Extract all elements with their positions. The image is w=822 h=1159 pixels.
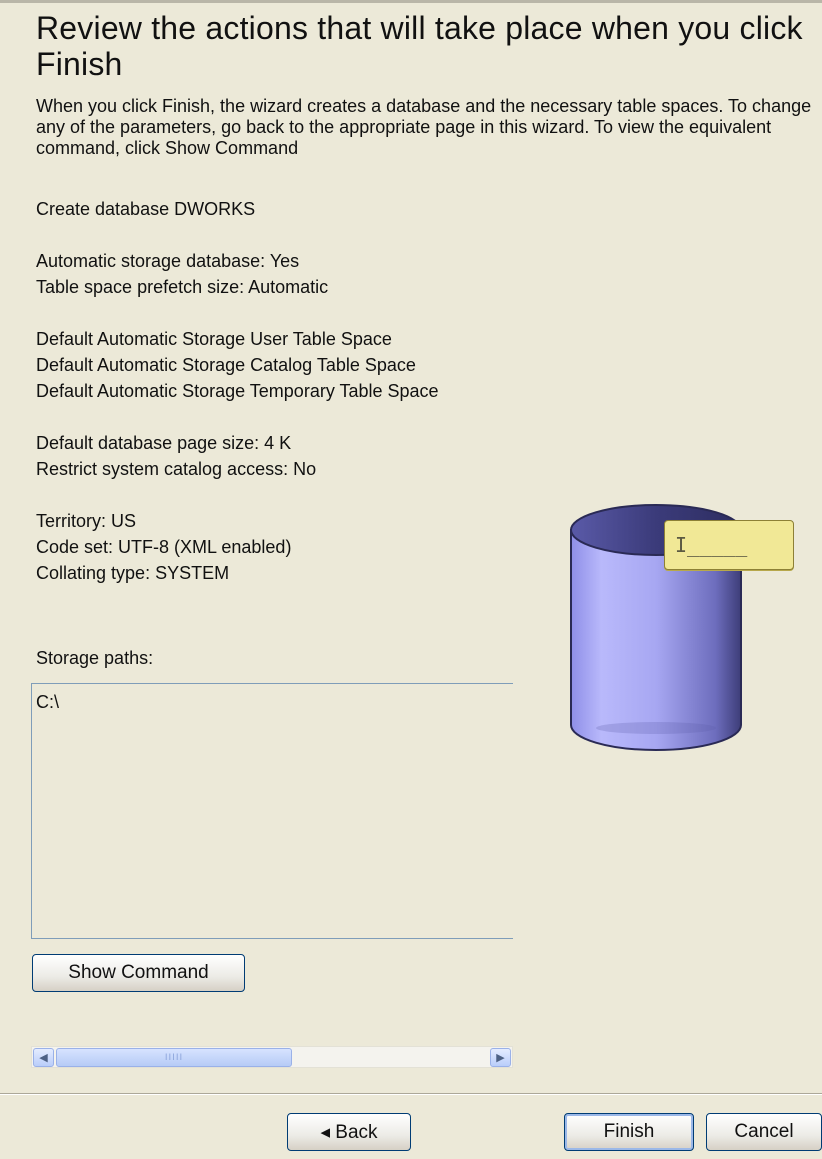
finish-button[interactable]: Finish — [564, 1113, 694, 1151]
scroll-left-arrow-icon[interactable]: ◀ — [33, 1048, 54, 1067]
storage-path-item[interactable]: C:\ — [36, 692, 59, 713]
back-button[interactable]: ◂ Back — [287, 1113, 411, 1151]
page-title: Review the actions that will take place … — [36, 10, 803, 82]
scrollbar-thumb[interactable]: IIIII — [56, 1048, 292, 1067]
top-divider — [0, 0, 822, 3]
storage-paths-list[interactable]: C:\ — [31, 683, 513, 939]
scrollbar-grip: IIIII — [164, 1052, 184, 1063]
summary-create-database: Create database DWORKS — [36, 199, 256, 219]
summary-catalog-table-space: Default Automatic Storage Catalog Table … — [36, 355, 416, 375]
summary-code-set: Code set: UTF-8 (XML enabled) — [36, 537, 292, 557]
summary-collating-type: Collating type: SYSTEM — [36, 563, 230, 583]
storage-paths-label: Storage paths: — [36, 648, 154, 668]
summary-panel: Create database DWORKS Automatic storage… — [36, 196, 536, 612]
summary-user-table-space: Default Automatic Storage User Table Spa… — [36, 329, 392, 349]
cancel-button[interactable]: Cancel — [706, 1113, 822, 1151]
show-command-button[interactable]: Show Command — [32, 954, 245, 992]
summary-page-size: Default database page size: 4 K — [36, 433, 292, 453]
footer-divider — [0, 1093, 822, 1095]
summary-temporary-table-space: Default Automatic Storage Temporary Tabl… — [36, 381, 439, 401]
summary-prefetch-size: Table space prefetch size: Automatic — [36, 277, 329, 297]
summary-automatic-storage: Automatic storage database: Yes — [36, 251, 300, 271]
scroll-right-arrow-icon[interactable]: ▶ — [490, 1048, 511, 1067]
page-description: When you click Finish, the wizard create… — [36, 96, 812, 158]
summary-restrict-catalog: Restrict system catalog access: No — [36, 459, 317, 479]
text-cursor-tooltip: I_____ — [664, 520, 794, 570]
summary-territory: Territory: US — [36, 511, 137, 531]
horizontal-scrollbar[interactable]: ◀ IIIII ▶ — [31, 1046, 513, 1068]
